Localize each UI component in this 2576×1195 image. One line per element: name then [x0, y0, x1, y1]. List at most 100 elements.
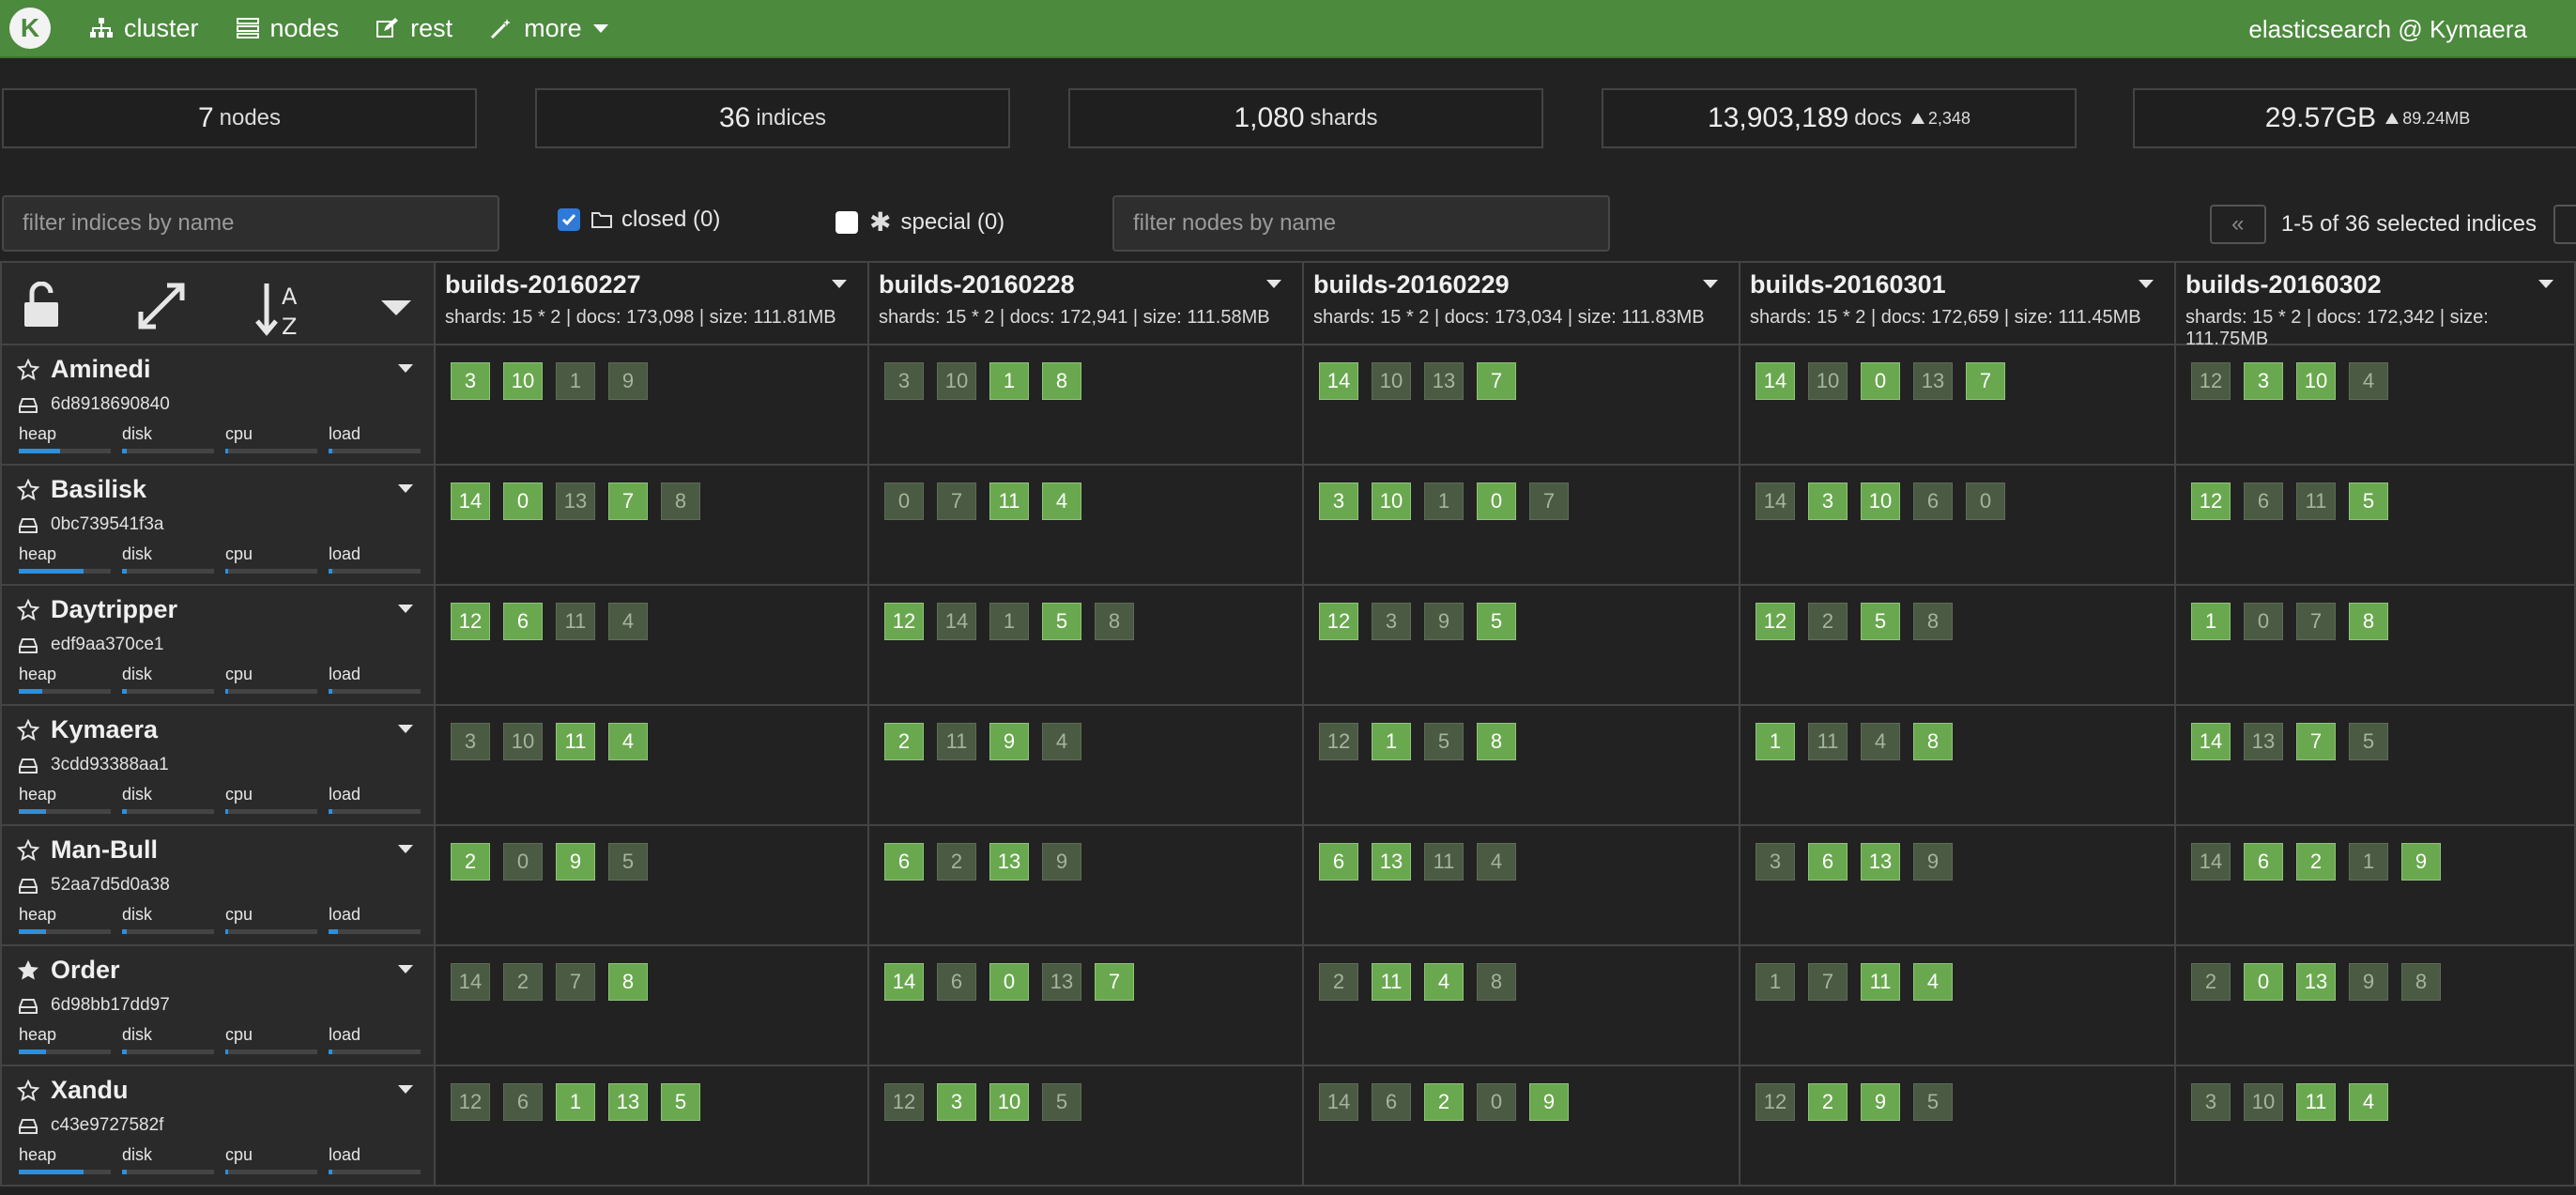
- star-icon[interactable]: [17, 719, 39, 742]
- chevron-down-icon[interactable]: [381, 300, 411, 315]
- expand-icon[interactable]: [137, 282, 186, 330]
- replica-shard[interactable]: 14: [937, 603, 976, 640]
- filter-indices-input[interactable]: filter indices by name: [2, 195, 499, 252]
- sort-alpha-icon[interactable]: AZ: [253, 282, 306, 338]
- primary-shard[interactable]: 5: [661, 1083, 700, 1121]
- primary-shard[interactable]: 4: [608, 723, 648, 760]
- replica-shard[interactable]: 1: [989, 603, 1029, 640]
- primary-shard[interactable]: 7: [608, 483, 648, 520]
- star-icon[interactable]: [17, 839, 39, 862]
- replica-shard[interactable]: 2: [1808, 603, 1848, 640]
- primary-shard[interactable]: 3: [2244, 362, 2283, 400]
- primary-shard[interactable]: 4: [1042, 483, 1081, 520]
- node-name[interactable]: Xandu: [51, 1076, 129, 1105]
- primary-shard[interactable]: 9: [2401, 843, 2441, 881]
- replica-shard[interactable]: 13: [1913, 362, 1953, 400]
- chevron-down-icon[interactable]: [398, 1085, 413, 1094]
- replica-shard[interactable]: 13: [1042, 963, 1081, 1001]
- primary-shard[interactable]: 9: [556, 843, 595, 881]
- replica-shard[interactable]: 11: [937, 723, 976, 760]
- primary-shard[interactable]: 1: [989, 362, 1029, 400]
- replica-shard[interactable]: 8: [1913, 603, 1953, 640]
- replica-shard[interactable]: 11: [556, 603, 595, 640]
- primary-shard[interactable]: 10: [503, 362, 543, 400]
- replica-shard[interactable]: 8: [1477, 963, 1516, 1001]
- primary-shard[interactable]: 5: [1042, 603, 1081, 640]
- replica-shard[interactable]: 12: [451, 1083, 490, 1121]
- replica-shard[interactable]: 4: [2349, 362, 2388, 400]
- chevron-down-icon[interactable]: [398, 965, 413, 973]
- primary-shard[interactable]: 13: [1372, 843, 1411, 881]
- chevron-down-icon[interactable]: [398, 605, 413, 613]
- replica-shard[interactable]: 13: [1424, 362, 1464, 400]
- replica-shard[interactable]: 14: [2191, 843, 2231, 881]
- replica-shard[interactable]: 1: [1424, 483, 1464, 520]
- replica-shard[interactable]: 2: [937, 843, 976, 881]
- replica-shard[interactable]: 8: [661, 483, 700, 520]
- replica-shard[interactable]: 4: [1477, 843, 1516, 881]
- primary-shard[interactable]: 14: [2191, 723, 2231, 760]
- replica-shard[interactable]: 9: [1042, 843, 1081, 881]
- primary-shard[interactable]: 3: [937, 1083, 976, 1121]
- replica-shard[interactable]: 5: [1913, 1083, 1953, 1121]
- replica-shard[interactable]: 9: [1424, 603, 1464, 640]
- primary-shard[interactable]: 1: [556, 1083, 595, 1121]
- primary-shard[interactable]: 5: [1861, 603, 1900, 640]
- primary-shard[interactable]: 14: [884, 963, 924, 1001]
- chevron-down-icon[interactable]: [398, 845, 413, 853]
- replica-shard[interactable]: 6: [503, 1083, 543, 1121]
- replica-shard[interactable]: 8: [2401, 963, 2441, 1001]
- chevron-down-icon[interactable]: [1703, 280, 1718, 288]
- replica-shard[interactable]: 12: [1756, 1083, 1795, 1121]
- primary-shard[interactable]: 0: [2244, 963, 2283, 1001]
- primary-shard[interactable]: 10: [2296, 362, 2336, 400]
- replica-shard[interactable]: 13: [2244, 723, 2283, 760]
- replica-shard[interactable]: 2: [503, 963, 543, 1001]
- primary-shard[interactable]: 0: [989, 963, 1029, 1001]
- primary-shard[interactable]: 5: [1477, 603, 1516, 640]
- primary-shard[interactable]: 11: [1861, 963, 1900, 1001]
- replica-shard[interactable]: 10: [937, 362, 976, 400]
- replica-shard[interactable]: 10: [1372, 362, 1411, 400]
- primary-shard[interactable]: 7: [1966, 362, 2005, 400]
- replica-shard[interactable]: 11: [1808, 723, 1848, 760]
- chevron-down-icon[interactable]: [1266, 280, 1281, 288]
- nav-rest[interactable]: rest: [376, 14, 452, 43]
- checkbox-unchecked[interactable]: [836, 210, 858, 234]
- replica-shard[interactable]: 7: [556, 963, 595, 1001]
- primary-shard[interactable]: 4: [1424, 963, 1464, 1001]
- replica-shard[interactable]: 0: [1477, 1083, 1516, 1121]
- primary-shard[interactable]: 9: [1861, 1083, 1900, 1121]
- replica-shard[interactable]: 10: [1808, 362, 1848, 400]
- replica-shard[interactable]: 5: [1424, 723, 1464, 760]
- replica-shard[interactable]: 12: [1319, 723, 1358, 760]
- replica-shard[interactable]: 7: [937, 483, 976, 520]
- replica-shard[interactable]: 0: [884, 483, 924, 520]
- nav-more-dropdown[interactable]: more: [490, 14, 608, 43]
- primary-shard[interactable]: 12: [1756, 603, 1795, 640]
- replica-shard[interactable]: 7: [1808, 963, 1848, 1001]
- chevron-down-icon[interactable]: [398, 484, 413, 493]
- chevron-down-icon[interactable]: [2538, 280, 2553, 288]
- primary-shard[interactable]: 8: [1477, 723, 1516, 760]
- primary-shard[interactable]: 12: [1319, 603, 1358, 640]
- node-name[interactable]: Order: [51, 956, 120, 985]
- replica-shard[interactable]: 14: [1756, 483, 1795, 520]
- replica-shard[interactable]: 8: [1095, 603, 1134, 640]
- primary-shard[interactable]: 7: [1095, 963, 1134, 1001]
- replica-shard[interactable]: 0: [1966, 483, 2005, 520]
- primary-shard[interactable]: 2: [884, 723, 924, 760]
- checkbox-checked[interactable]: [558, 208, 580, 231]
- replica-shard[interactable]: 5: [1042, 1083, 1081, 1121]
- replica-shard[interactable]: 3: [1756, 843, 1795, 881]
- primary-shard[interactable]: 1: [1372, 723, 1411, 760]
- replica-shard[interactable]: 11: [1424, 843, 1464, 881]
- primary-shard[interactable]: 3: [451, 362, 490, 400]
- replica-shard[interactable]: 1: [1756, 963, 1795, 1001]
- replica-shard[interactable]: 14: [1319, 1083, 1358, 1121]
- replica-shard[interactable]: 5: [608, 843, 648, 881]
- replica-shard[interactable]: 5: [2349, 723, 2388, 760]
- replica-shard[interactable]: 7: [1529, 483, 1569, 520]
- primary-shard[interactable]: 6: [1319, 843, 1358, 881]
- primary-shard[interactable]: 7: [1477, 362, 1516, 400]
